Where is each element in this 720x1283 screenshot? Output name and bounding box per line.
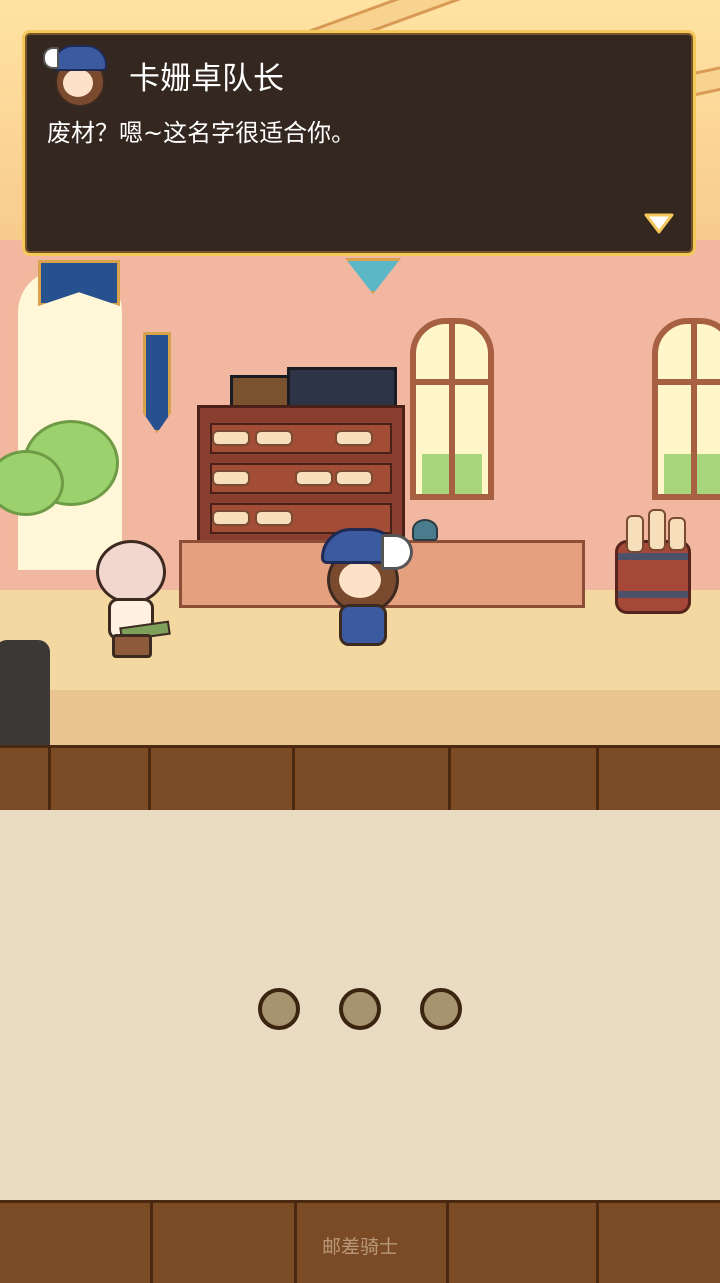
dark-urn <box>0 640 50 745</box>
window-frame <box>416 379 488 385</box>
scroll-barrel <box>615 509 691 614</box>
barrel-band <box>618 553 688 560</box>
archway <box>0 260 132 570</box>
game-title-label: 邮差骑士 <box>321 1236 398 1258</box>
loading-dot <box>420 988 462 1030</box>
plank-seam <box>148 748 151 810</box>
loading-dot <box>339 988 381 1030</box>
scroll <box>295 470 333 486</box>
scroll <box>648 509 666 551</box>
scroll-shelf <box>197 405 405 546</box>
window-frame <box>691 324 697 494</box>
scroll <box>626 515 644 553</box>
plank-seam <box>448 748 451 810</box>
wood-board-top <box>0 745 720 813</box>
scroll <box>255 430 293 446</box>
loading-dot <box>258 988 300 1030</box>
speaker-name: 卡姗卓队长 <box>129 61 284 97</box>
scroll <box>255 510 293 526</box>
player-legs <box>112 634 152 658</box>
scroll <box>212 470 250 486</box>
captain-uniform <box>339 604 387 646</box>
barrel-band <box>618 591 688 598</box>
captain-npc[interactable] <box>313 528 413 653</box>
portrait-hat <box>53 45 107 71</box>
dialog-box[interactable]: 卡姗卓队长 废材？嗯~这名字很适合你。 <box>22 30 696 256</box>
wing-icon <box>43 47 59 69</box>
arched-window <box>410 318 494 500</box>
plank-seam <box>292 748 295 810</box>
floor-shadow <box>0 690 720 745</box>
desk-bell-icon <box>412 519 438 541</box>
portrait-face <box>63 69 93 97</box>
plank-seam <box>48 748 51 810</box>
wing-icon <box>381 534 413 570</box>
triangle-down-icon <box>644 213 674 234</box>
arched-window <box>652 318 720 500</box>
wall-banner <box>143 332 171 433</box>
scroll <box>212 430 250 446</box>
captain-face <box>339 562 381 598</box>
next-dialog-button[interactable] <box>644 213 674 235</box>
plank-seam <box>596 748 599 810</box>
window-frame <box>658 379 720 385</box>
scroll <box>335 430 373 446</box>
window-frame <box>449 324 455 494</box>
dialog-text: 废材？嗯~这名字很适合你。 <box>47 119 356 147</box>
player-head <box>96 540 166 604</box>
player-character[interactable] <box>90 538 171 658</box>
scroll <box>335 470 373 486</box>
loading-indicator <box>0 988 720 1036</box>
scroll <box>212 510 250 526</box>
scroll <box>668 517 686 551</box>
speaker-portrait <box>43 41 109 107</box>
